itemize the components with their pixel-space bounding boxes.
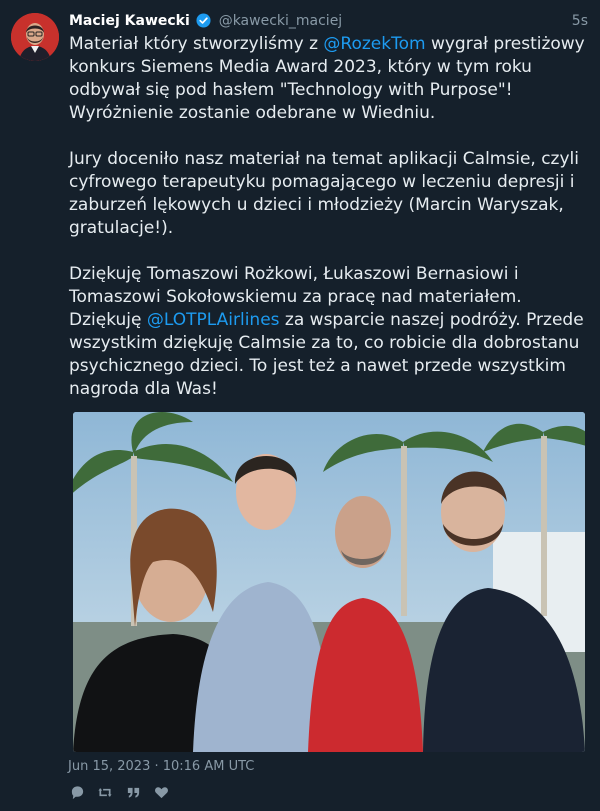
tweet-date[interactable]: Jun 15, 2023 · 10:16 AM UTC (68, 759, 254, 774)
avatar[interactable] (11, 13, 59, 61)
mention-link[interactable]: @LOTPLAirlines (147, 310, 280, 330)
author-name[interactable]: Maciej Kawecki (69, 13, 190, 29)
tweet-paragraph-2: Jury doceniło nasz materiał na temat apl… (69, 149, 579, 238)
tweet-paragraph-1: Materiał który stworzyliśmy z @RozekTom … (69, 33, 589, 125)
quote-icon[interactable] (124, 783, 142, 801)
tweet-actions (68, 783, 170, 801)
verified-badge-icon (196, 13, 211, 33)
author-handle[interactable]: @kawecki_maciej (219, 13, 343, 29)
tweet-paragraph-3: Dziękuję Tomaszowi Rożkowi, Łukaszowi Be… (69, 263, 589, 401)
like-icon[interactable] (152, 783, 170, 801)
tweet-text: Materiał który stworzyliśmy z @RozekTom … (69, 33, 589, 424)
mention-link[interactable]: @RozekTom (323, 34, 425, 54)
tweet-header: Maciej Kawecki @kawecki_maciej 5s (69, 12, 588, 30)
tweet-photo[interactable] (73, 412, 585, 752)
text-run: Materiał który stworzyliśmy z (69, 34, 324, 54)
tweet-time[interactable]: 5s (572, 12, 588, 30)
reply-icon[interactable] (68, 783, 86, 801)
retweet-icon[interactable] (96, 783, 114, 801)
